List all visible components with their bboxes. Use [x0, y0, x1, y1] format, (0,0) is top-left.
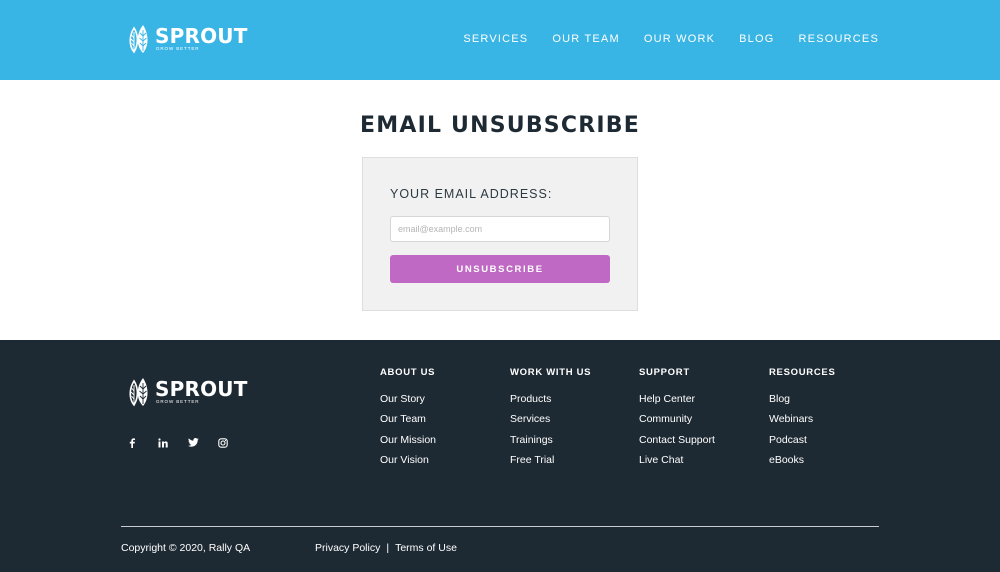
brand-tagline: GROW BETTER — [156, 46, 200, 51]
nav-our-work[interactable]: OUR WORK — [644, 33, 715, 45]
footer-link-services[interactable]: Services — [510, 413, 591, 425]
brand-name: SPROUT — [155, 24, 248, 48]
footer-divider — [121, 526, 879, 527]
footer-link-community[interactable]: Community — [639, 413, 715, 425]
unsubscribe-form: YOUR EMAIL ADDRESS: UNSUBSCRIBE — [362, 157, 638, 311]
footer-column-work: WORK WITH US Products Services Trainings… — [510, 367, 591, 474]
leaf-logo-icon — [129, 378, 148, 407]
footer-link-podcast[interactable]: Podcast — [769, 434, 835, 446]
footer-link-trainings[interactable]: Trainings — [510, 434, 591, 446]
site-header: SPROUT GROW BETTER SERVICES OUR TEAM OUR… — [0, 0, 1000, 80]
nav-services[interactable]: SERVICES — [463, 33, 528, 45]
footer-heading-resources: RESOURCES — [769, 367, 836, 378]
site-footer: SPROUT GROW BETTER ABOUT US Our Story Ou… — [0, 340, 1000, 572]
email-label: YOUR EMAIL ADDRESS: — [390, 187, 553, 201]
footer-column-resources: RESOURCES Blog Webinars Podcast eBooks — [769, 367, 835, 474]
unsubscribe-button[interactable]: UNSUBSCRIBE — [390, 255, 610, 283]
copyright-text: Copyright © 2020, Rally QA — [121, 542, 251, 554]
footer-heading-about: ABOUT US — [380, 367, 436, 378]
nav-our-team[interactable]: OUR TEAM — [552, 33, 619, 45]
footer-link-ebooks[interactable]: eBooks — [769, 454, 835, 466]
twitter-icon[interactable] — [188, 438, 218, 448]
email-input[interactable] — [390, 216, 610, 242]
linkedin-icon[interactable] — [158, 438, 188, 448]
footer-link-blog[interactable]: Blog — [769, 393, 835, 405]
header-logo[interactable]: SPROUT GROW BETTER — [128, 24, 248, 54]
footer-heading-work: WORK WITH US — [510, 367, 592, 378]
footer-link-live-chat[interactable]: Live Chat — [639, 454, 715, 466]
footer-link-our-mission[interactable]: Our Mission — [380, 434, 436, 446]
leaf-logo-icon — [129, 25, 148, 54]
footer-link-help-center[interactable]: Help Center — [639, 393, 715, 405]
footer-brand-name: SPROUT — [155, 377, 248, 401]
page-title: EMAIL UNSUBSCRIBE — [360, 113, 640, 138]
privacy-policy-link[interactable]: Privacy Policy — [315, 542, 380, 554]
nav-resources[interactable]: RESOURCES — [799, 33, 879, 45]
legal-links: Privacy Policy | Terms of Use — [315, 542, 457, 554]
footer-link-our-story[interactable]: Our Story — [380, 393, 436, 405]
nav-blog[interactable]: BLOG — [739, 33, 774, 45]
footer-link-products[interactable]: Products — [510, 393, 591, 405]
footer-link-free-trial[interactable]: Free Trial — [510, 454, 591, 466]
footer-column-about: ABOUT US Our Story Our Team Our Mission … — [380, 367, 436, 474]
main-nav: SERVICES OUR TEAM OUR WORK BLOG RESOURCE… — [439, 33, 879, 45]
terms-of-use-link[interactable]: Terms of Use — [395, 542, 457, 554]
legal-separator: | — [386, 542, 390, 554]
footer-link-our-vision[interactable]: Our Vision — [380, 454, 436, 466]
footer-column-support: SUPPORT Help Center Community Contact Su… — [639, 367, 715, 474]
footer-link-contact-support[interactable]: Contact Support — [639, 434, 715, 446]
footer-link-our-team[interactable]: Our Team — [380, 413, 436, 425]
social-links — [128, 438, 248, 448]
footer-brand-tagline: GROW BETTER — [156, 399, 200, 404]
instagram-icon[interactable] — [218, 438, 248, 448]
footer-link-webinars[interactable]: Webinars — [769, 413, 835, 425]
footer-logo[interactable]: SPROUT GROW BETTER — [128, 377, 248, 407]
facebook-icon[interactable] — [128, 438, 158, 448]
footer-heading-support: SUPPORT — [639, 367, 690, 378]
